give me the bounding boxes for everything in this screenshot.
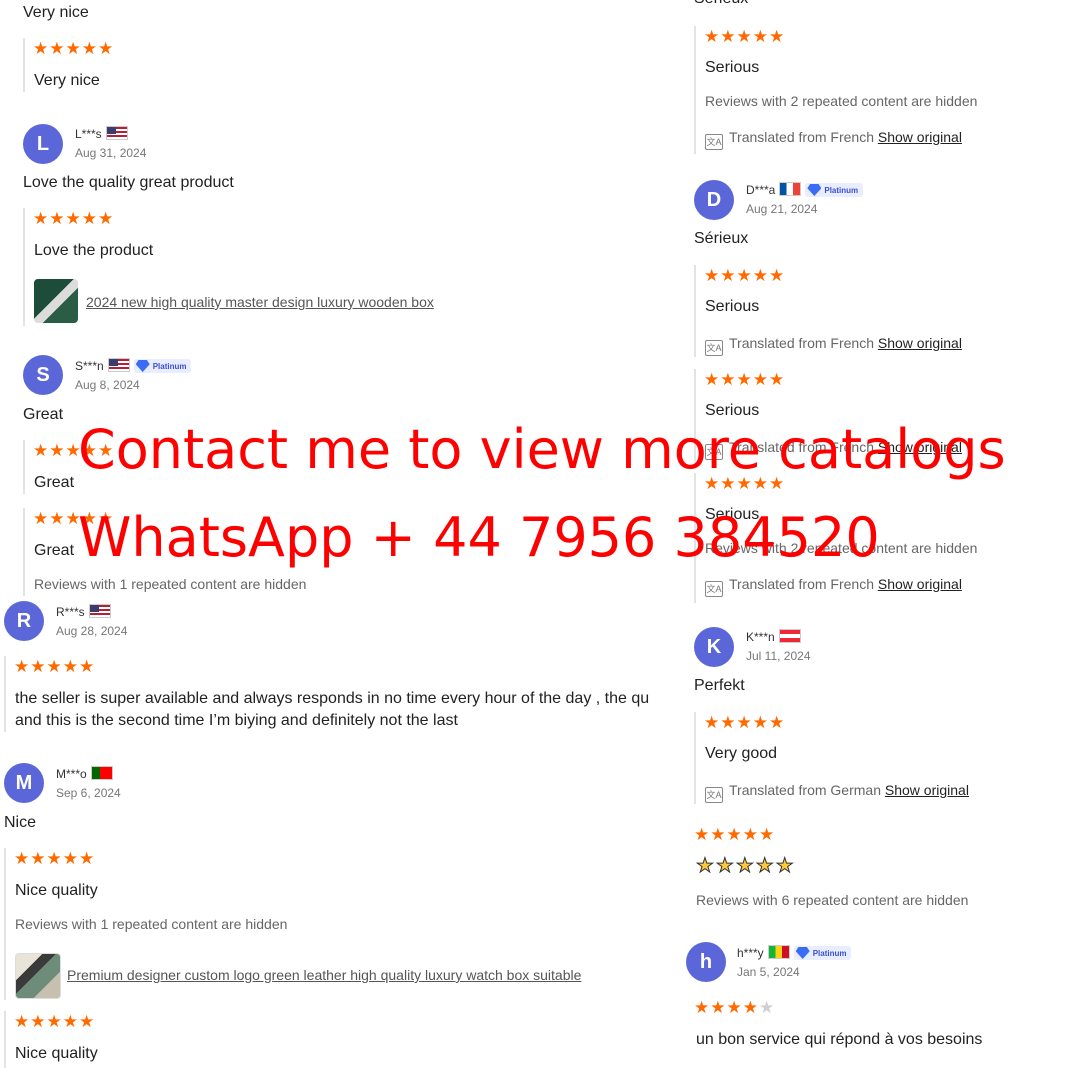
- austria-flag-icon: [778, 629, 801, 643]
- contact-overlay-text: Contact me to view more catalogs: [78, 418, 1006, 481]
- review-date: Aug 8, 2024: [75, 378, 140, 392]
- review-date: Aug 28, 2024: [56, 624, 128, 638]
- diamond-icon: [795, 947, 810, 959]
- translation-note: 文A Translated from French Show original: [705, 335, 962, 356]
- followup-text: Great: [34, 542, 75, 559]
- review-date: Aug 31, 2024: [75, 146, 147, 160]
- whatsapp-overlay-text: WhatsApp + 44 7956 384520: [78, 506, 880, 569]
- rating-stars: ★★★★★: [33, 209, 115, 228]
- france-flag-icon: [779, 182, 802, 196]
- review-date: Aug 21, 2024: [746, 202, 818, 216]
- followup-text: Serious: [705, 59, 760, 76]
- followup-divider: [694, 712, 696, 804]
- reviewer-name: K***n: [746, 629, 801, 644]
- avatar: M: [4, 763, 44, 803]
- followup-divider: [23, 440, 25, 494]
- show-original-link[interactable]: Show original: [878, 129, 962, 145]
- review-text: un bon service qui répond à vos besoins: [696, 1031, 983, 1048]
- followup-divider: [4, 1011, 6, 1068]
- review-text-line: the seller is super available and always…: [15, 690, 650, 707]
- followup-text: Nice quality: [15, 882, 98, 899]
- product-thumbnail[interactable]: [34, 279, 78, 323]
- rating-stars: ★★★★★: [704, 266, 786, 285]
- reviewer-name: M***o: [56, 766, 113, 781]
- reviewer-name: D***a Platinum: [746, 182, 864, 197]
- review-date: Jan 5, 2024: [737, 965, 800, 979]
- followup-text: Very good: [705, 745, 778, 762]
- translation-note: 文A Translated from German Show original: [705, 782, 969, 803]
- translation-note: 文A Translated from French Show original: [705, 576, 962, 597]
- us-flag-icon: [105, 126, 128, 140]
- product-thumbnail[interactable]: [15, 953, 61, 999]
- product-link[interactable]: 2024 new high quality master design luxu…: [86, 294, 434, 310]
- followup-divider: [23, 508, 25, 596]
- rating-stars: ★★★★★: [704, 27, 786, 46]
- reviewer-name: S***n Platinum: [75, 358, 192, 373]
- review-title: Very nice: [23, 4, 89, 21]
- rating-stars: ★★★★★: [704, 713, 786, 732]
- reviewer-name: R***s: [56, 604, 111, 619]
- reviewer-name: L***s: [75, 126, 128, 141]
- product-link[interactable]: Premium designer custom logo green leath…: [67, 967, 581, 983]
- followup-text: Great: [34, 474, 75, 491]
- review-title: Sérieux: [694, 0, 748, 8]
- platinum-badge: Platinum: [793, 946, 852, 960]
- review-date: Jul 11, 2024: [746, 649, 811, 663]
- followup-divider: [23, 208, 25, 326]
- avatar: D: [694, 180, 734, 220]
- avatar: L: [23, 124, 63, 164]
- show-original-link[interactable]: Show original: [878, 576, 962, 592]
- followup-divider: [23, 38, 25, 92]
- portugal-flag-icon: [90, 766, 113, 780]
- followup-text: Serious: [705, 298, 760, 315]
- followup-divider: [694, 26, 696, 154]
- review-title: Sérieux: [694, 230, 749, 247]
- platinum-badge: Platinum: [133, 359, 192, 373]
- review-date: Sep 6, 2024: [56, 786, 121, 800]
- avatar: S: [23, 355, 63, 395]
- rating-stars: ★★★★★: [14, 1012, 96, 1031]
- avatar: K: [694, 627, 734, 667]
- us-flag-icon: [107, 358, 130, 372]
- rating-stars: ★★★★★: [694, 998, 776, 1017]
- translate-icon: 文A: [705, 787, 723, 803]
- rating-stars: ★★★★★: [704, 370, 786, 389]
- diamond-icon: [135, 360, 150, 372]
- avatar: R: [4, 601, 44, 641]
- review-title: Love the quality great product: [23, 174, 234, 191]
- hidden-notice: Reviews with 1 repeated content are hidd…: [15, 916, 288, 932]
- rating-stars: ★★★★★: [14, 657, 96, 676]
- translate-icon: 文A: [705, 340, 723, 356]
- review-title: Great: [23, 406, 64, 423]
- followup-text: Nice quality: [15, 1045, 98, 1062]
- translation-note: 文A Translated from French Show original: [705, 129, 962, 150]
- reviewer-name: h***y Platinum: [737, 945, 852, 960]
- followup-divider: [694, 265, 696, 357]
- followup-text: Very nice: [34, 72, 100, 89]
- review-title: Nice: [4, 814, 37, 831]
- emoji-star-rating: ★★★★★: [696, 855, 796, 877]
- diamond-icon: [807, 184, 822, 196]
- review-title: Perfekt: [694, 677, 745, 694]
- rating-stars: ★★★★★: [694, 825, 776, 844]
- review-text-line: and this is the second time I’m biying a…: [15, 712, 458, 729]
- avatar: h: [686, 942, 726, 982]
- hidden-notice: Reviews with 1 repeated content are hidd…: [34, 576, 307, 592]
- hidden-notice: Reviews with 6 repeated content are hidd…: [696, 892, 969, 908]
- followup-divider: [4, 848, 6, 1000]
- translate-icon: 文A: [705, 134, 723, 150]
- show-original-link[interactable]: Show original: [878, 335, 962, 351]
- rating-stars: ★★★★★: [14, 849, 96, 868]
- rating-stars: ★★★★★: [33, 39, 115, 58]
- hidden-notice: Reviews with 2 repeated content are hidd…: [705, 93, 978, 109]
- followup-text: Love the product: [34, 242, 154, 259]
- followup-divider: [4, 656, 6, 732]
- translate-icon: 文A: [705, 581, 723, 597]
- us-flag-icon: [88, 604, 111, 618]
- mali-flag-icon: [767, 945, 790, 959]
- show-original-link[interactable]: Show original: [885, 782, 969, 798]
- platinum-badge: Platinum: [805, 183, 864, 197]
